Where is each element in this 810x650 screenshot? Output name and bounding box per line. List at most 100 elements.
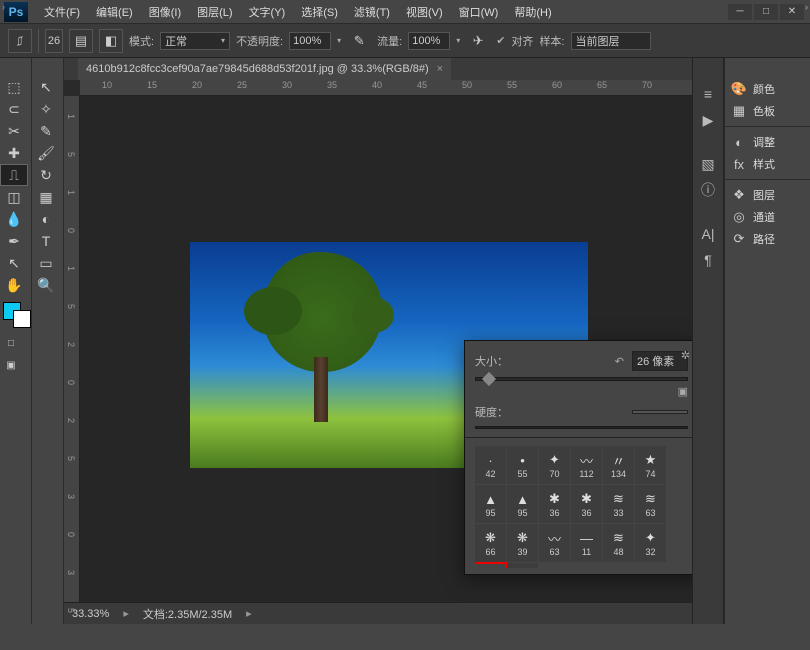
brush-preset-100[interactable]: ●100 (507, 563, 538, 568)
tool-arrow[interactable]: ↖ (32, 76, 60, 98)
align-checkbox[interactable]: ✔ (496, 34, 505, 47)
tool-lasso[interactable]: ⊂ (0, 98, 28, 120)
close-button[interactable]: ✕ (780, 4, 804, 20)
brush-preset-36[interactable]: ✱36 (571, 485, 602, 523)
expand-icon[interactable]: › (2, 2, 5, 12)
tool-pen[interactable]: ✒ (0, 230, 28, 252)
menu-选择(S)[interactable]: 选择(S) (293, 2, 346, 22)
brush-preset-55[interactable]: ●55 (475, 563, 506, 568)
properties-icon[interactable]: ▧ (694, 152, 722, 176)
panel-swatches[interactable]: ▦色板 (725, 100, 810, 122)
menu-文字(Y)[interactable]: 文字(Y) (241, 2, 294, 22)
size-input[interactable]: 26 像素 (632, 351, 688, 371)
panel-adjust[interactable]: ◐调整 (725, 131, 810, 153)
brush-preset-55[interactable]: •55 (507, 446, 538, 484)
menu-帮助(H)[interactable]: 帮助(H) (506, 2, 559, 22)
menu-滤镜(T)[interactable]: 滤镜(T) (346, 2, 398, 22)
panel-color[interactable]: 🎨颜色 (725, 78, 810, 100)
tool-preset-icon[interactable]: ⎎ (8, 29, 32, 53)
tool-gradient[interactable]: ▦ (32, 186, 60, 208)
tool-heal[interactable]: ✚ (0, 142, 28, 164)
opacity-dropdown-icon[interactable]: ▾ (337, 36, 341, 45)
panel-channels[interactable]: ◎通道 (725, 206, 810, 228)
new-preset-icon[interactable]: ▣ (678, 386, 688, 398)
brush-preset-63[interactable]: 〰63 (539, 524, 570, 562)
para-icon[interactable]: ¶ (694, 248, 722, 272)
flow-dropdown-icon[interactable]: ▾ (456, 36, 460, 45)
tool-hand[interactable]: ✋ (0, 274, 28, 296)
brush-preset-36[interactable]: ✱36 (539, 485, 570, 523)
brush-preset-32[interactable]: ✦32 (635, 524, 666, 562)
brush-preset-112[interactable]: 〰112 (571, 446, 602, 484)
tab-title: 4610b912c8fcc3cef90a7ae79845d688d53f201f… (86, 63, 429, 75)
gear-icon[interactable]: ✲ (681, 349, 690, 362)
panel-styles[interactable]: fx样式 (725, 153, 810, 175)
sample-select[interactable]: 当前图层 (571, 32, 651, 50)
document-tab[interactable]: 4610b912c8fcc3cef90a7ae79845d688d53f201f… (78, 58, 451, 80)
menu-图像(I)[interactable]: 图像(I) (141, 2, 189, 22)
brush-pressure-icon[interactable]: ◧ (99, 29, 123, 53)
background-color[interactable] (13, 310, 31, 328)
tool-wand[interactable]: ✧ (32, 98, 60, 120)
brush-preset-74[interactable]: ★74 (635, 446, 666, 484)
maximize-button[interactable]: □ (754, 4, 778, 20)
tool-brush[interactable]: 🖌 (32, 142, 60, 164)
brush-preset-63[interactable]: ≋63 (635, 485, 666, 523)
hardness-input[interactable] (632, 410, 688, 414)
brush-preset-70[interactable]: ✦70 (539, 446, 570, 484)
tool-blur[interactable]: 💧 (0, 208, 28, 230)
tool-path[interactable]: ↖ (0, 252, 28, 274)
tool-text[interactable]: T (32, 230, 60, 252)
brush-preset-134[interactable]: 〃134 (603, 446, 634, 484)
menu-编辑(E)[interactable]: 编辑(E) (88, 2, 141, 22)
brush-preset-66[interactable]: ❋66 (475, 524, 506, 562)
airbrush-icon[interactable]: ✈ (466, 29, 490, 53)
tool-eraser[interactable]: ◫ (0, 186, 28, 208)
panel-paths[interactable]: ⟳路径 (725, 228, 810, 250)
mode-select[interactable]: 正常▾ (160, 32, 230, 50)
menu-视图(V)[interactable]: 视图(V) (398, 2, 451, 22)
tool-history[interactable]: ↻ (32, 164, 60, 186)
brush-thumb-icon: ▲ (481, 490, 501, 508)
tool-crop[interactable]: ✂ (0, 120, 28, 142)
brush-panel-icon[interactable]: ▤ (69, 29, 93, 53)
ruler-vertical: 15101520253035 (64, 96, 80, 602)
panel-layers[interactable]: ❖图层 (725, 184, 810, 206)
tablet-opacity-icon[interactable]: ✎ (347, 29, 371, 53)
tool-dodge[interactable]: ◐ (32, 208, 60, 230)
actions-icon[interactable]: ▶ (694, 108, 722, 132)
brush-preset-39[interactable]: ❋39 (507, 524, 538, 562)
quickmask-icon[interactable]: □ (4, 336, 18, 350)
docinfo-value: 2.35M/2.35M (168, 609, 232, 621)
opacity-input[interactable]: 100% (289, 32, 331, 50)
brush-thumb-icon: ✱ (545, 490, 565, 508)
char-icon[interactable]: A| (694, 222, 722, 246)
menu-文件(F)[interactable]: 文件(F) (36, 2, 88, 22)
canvas[interactable]: ✲ 大小： ↶ 26 像素 ▣ 硬度： (80, 96, 692, 602)
hardness-slider[interactable] (475, 426, 688, 429)
brush-preset-33[interactable]: ≋33 (603, 485, 634, 523)
tool-shape[interactable]: ▭ (32, 252, 60, 274)
menu-图层(L)[interactable]: 图层(L) (189, 2, 240, 22)
history-icon[interactable]: ≡ (694, 82, 722, 106)
reset-icon[interactable]: ↶ (615, 355, 624, 368)
tool-stamp[interactable]: ⎍ (0, 164, 28, 186)
screenmode-icon[interactable]: ▣ (4, 358, 18, 372)
tool-zoom[interactable]: 🔍 (32, 274, 60, 296)
brush-preset-95[interactable]: ▲95 (475, 485, 506, 523)
brush-preset-95[interactable]: ▲95 (507, 485, 538, 523)
expand-icon[interactable]: › (805, 2, 808, 12)
size-slider[interactable] (475, 377, 688, 381)
tool-eyedrop[interactable]: ✎ (32, 120, 60, 142)
minimize-button[interactable]: ─ (728, 4, 752, 20)
brush-preset-11[interactable]: —11 (571, 524, 602, 562)
brush-preset-48[interactable]: ≋48 (603, 524, 634, 562)
flow-input[interactable]: 100% (408, 32, 450, 50)
brush-preset-42[interactable]: ·42 (475, 446, 506, 484)
info-icon[interactable]: ⓘ (694, 178, 722, 202)
close-icon[interactable]: × (437, 63, 443, 75)
zoom-value[interactable]: 33.33% (72, 608, 109, 620)
tool-move[interactable]: ⬚ (0, 76, 28, 98)
brush-size-control[interactable]: 26 (45, 29, 63, 53)
menu-窗口(W)[interactable]: 窗口(W) (451, 2, 507, 22)
